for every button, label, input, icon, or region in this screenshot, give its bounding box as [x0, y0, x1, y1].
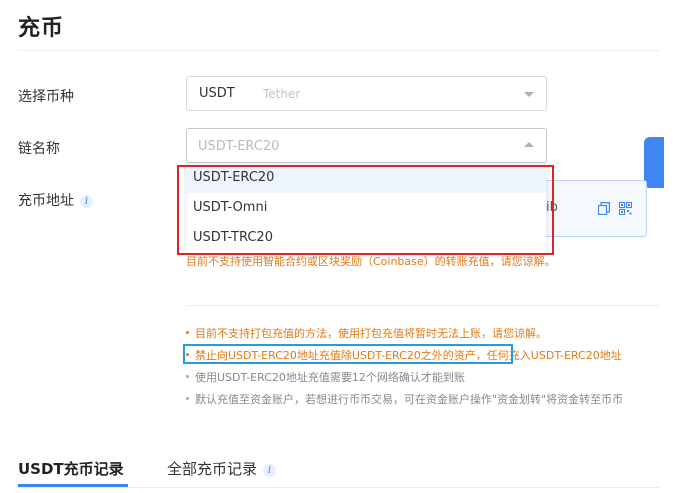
note-item: 默认充值至资金账户，若想进行币币交易，可在资金账户操作"资金划转"将资金转至币币 [186, 391, 623, 407]
bullet-icon [186, 397, 189, 400]
chain-label: 链名称 [18, 141, 60, 157]
bullet-icon [186, 331, 189, 334]
chevron-down-icon [524, 92, 534, 97]
dropdown-option-usdt-trc20[interactable]: USDT-TRC20 [186, 223, 546, 253]
tab-all-deposit-records[interactable]: 全部充币记录 i [167, 458, 277, 479]
dropdown-option-usdt-omni[interactable]: USDT-Omni [186, 193, 546, 223]
address-value: ib [546, 200, 558, 215]
chain-select-value: USDT-ERC20 [198, 139, 280, 154]
chain-select[interactable]: USDT-ERC20 [186, 128, 547, 163]
contract-warning-text: 目前不支持使用智能合约或区块奖励（Coinbase）的转账充值，请您谅解。 [186, 255, 556, 268]
side-float-button[interactable] [644, 137, 664, 188]
note-text: 目前不支持打包充值的方法，使用打包充值将暂时无法上账，请您谅解。 [195, 327, 547, 340]
note-text: 默认充值至资金账户，若想进行币币交易，可在资金账户操作"资金划转"将资金转至币币 [195, 393, 624, 406]
title-divider [18, 50, 660, 51]
bullet-icon [186, 375, 189, 378]
currency-select[interactable]: USDT Tether [186, 76, 547, 111]
info-icon[interactable]: i [263, 464, 277, 477]
section-divider [186, 305, 660, 306]
currency-label: 选择币种 [18, 89, 74, 105]
currency-symbol: USDT [199, 86, 235, 101]
copy-icon[interactable] [598, 202, 610, 215]
dropdown-option-usdt-erc20[interactable]: USDT-ERC20 [186, 163, 546, 193]
note-item: 禁止向USDT-ERC20地址充值除USDT-ERC20之外的资产，任何充入US… [186, 347, 622, 363]
info-icon[interactable]: i [80, 195, 93, 208]
tab-all-deposit-records-label: 全部充币记录 [167, 460, 258, 478]
page-title: 充币 [18, 16, 65, 41]
note-item: 目前不支持打包充值的方法，使用打包充值将暂时无法上账，请您谅解。 [186, 325, 547, 341]
note-text: 禁止向USDT-ERC20地址充值除USDT-ERC20之外的资产，任何充入US… [195, 349, 622, 362]
note-text: 使用USDT-ERC20地址充值需要12个网络确认才能到账 [195, 371, 465, 384]
note-item: 使用USDT-ERC20地址充值需要12个网络确认才能到账 [186, 369, 465, 385]
currency-name: Tether [263, 87, 301, 101]
address-label: 充币地址 i [18, 190, 93, 210]
bullet-icon [186, 353, 189, 356]
chevron-up-icon [524, 142, 534, 147]
tabs-divider [18, 487, 660, 488]
address-label-text: 充币地址 [18, 193, 74, 209]
chain-dropdown-menu: USDT-ERC20 USDT-Omni USDT-TRC20 [186, 163, 546, 253]
qr-code-icon[interactable] [619, 202, 632, 215]
tab-usdt-deposit-records[interactable]: USDT充币记录 [18, 458, 124, 479]
